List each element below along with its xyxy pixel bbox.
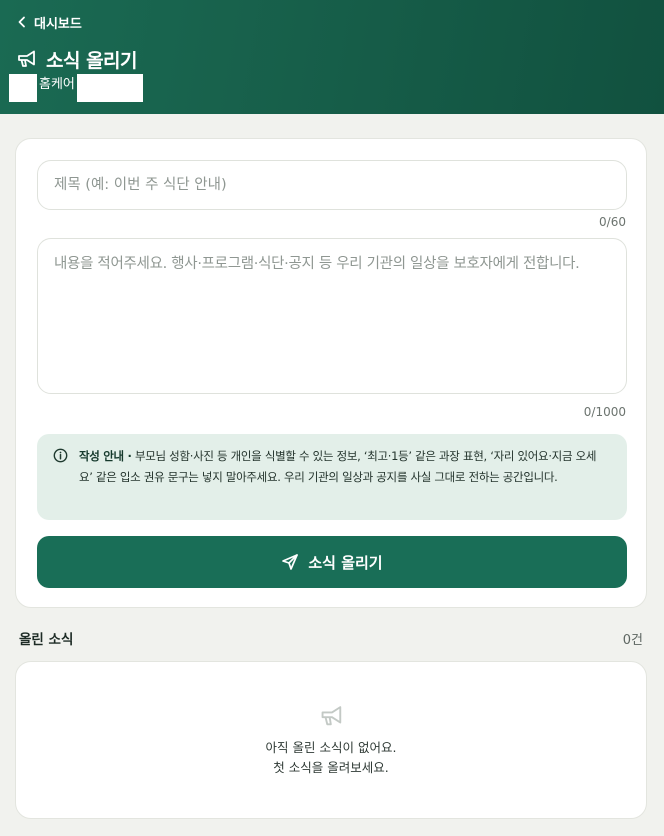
post-count: 0건 (622, 632, 643, 648)
megaphone-icon (321, 706, 342, 726)
post-form-card: 0/60 0/1000 작성 안내 · 부모님 성함·사진 등 개인을 식별할 … (15, 138, 647, 608)
empty-line-2: 첫 소식을 올려보세요. (273, 760, 389, 775)
submit-label: 소식 올리기 (308, 553, 383, 572)
notice-text: 부모님 성함·사진 등 개인을 식별할 수 있는 정보, ‘최고·1등’ 같은 … (79, 449, 597, 484)
send-icon (282, 554, 299, 570)
writing-guide-notice: 작성 안내 · 부모님 성함·사진 등 개인을 식별할 수 있는 정보, ‘최고… (37, 434, 627, 520)
empty-line-1: 아직 올린 소식이 없어요. (265, 740, 397, 755)
page-header: 대시보드 소식 올리기 홈케어 (0, 0, 664, 114)
page-title: 소식 올리기 (46, 49, 138, 72)
redacted-block (76, 74, 143, 102)
posted-news-empty-state: 아직 올린 소식이 없어요. 첫 소식을 올려보세요. (15, 661, 647, 819)
post-body-textarea[interactable] (37, 238, 627, 394)
back-label: 대시보드 (34, 16, 82, 32)
notice-heading: 작성 안내 · (79, 449, 132, 463)
back-to-dashboard-link[interactable]: 대시보드 (17, 13, 82, 32)
submit-post-button[interactable]: 소식 올리기 (37, 536, 627, 588)
title-char-counter: 0/60 (599, 215, 626, 229)
megaphone-icon (18, 50, 35, 67)
organization-row: 홈케어 (9, 74, 143, 102)
body-char-counter: 0/1000 (583, 405, 626, 419)
chevron-left-icon (18, 16, 25, 28)
empty-message: 아직 올린 소식이 없어요. 첫 소식을 올려보세요. (16, 738, 646, 778)
section-title: 올린 소식 (19, 632, 74, 648)
post-title-input[interactable] (37, 160, 627, 210)
info-icon (53, 448, 68, 463)
posted-news-header: 올린 소식 0건 (19, 628, 643, 648)
redacted-block (9, 74, 37, 102)
organization-name: 홈케어 (39, 76, 75, 92)
title-row: 소식 올리기 (16, 46, 138, 72)
